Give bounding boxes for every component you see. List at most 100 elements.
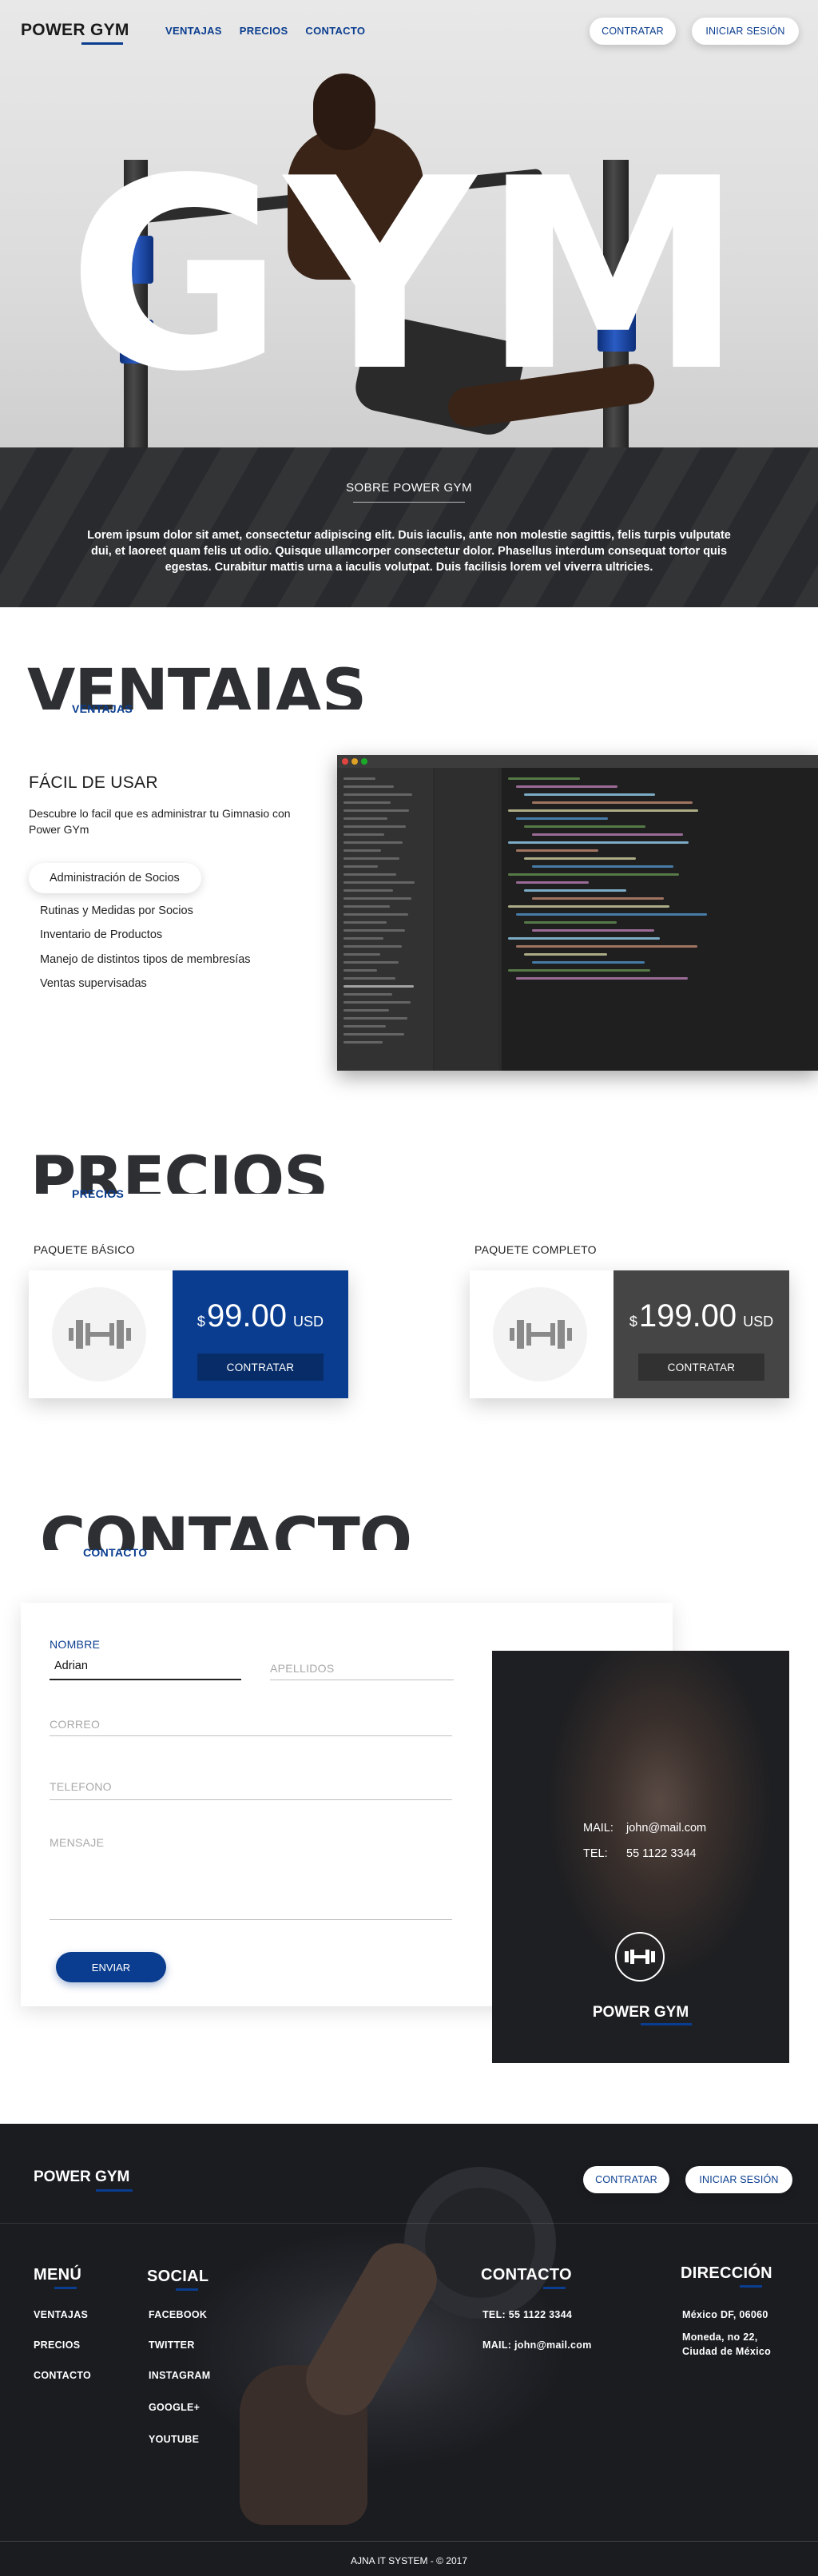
iniciar-sesion-button[interactable]: INICIAR SESIÓN: [692, 18, 799, 45]
price-amount: 99.00: [206, 1298, 288, 1334]
footer-link-facebook[interactable]: FACEBOOK: [149, 2309, 207, 2320]
sidebar-row: [343, 945, 402, 948]
code-line: [524, 921, 617, 924]
sidebar-row: [343, 801, 391, 804]
price-unit: USD: [293, 1314, 324, 1330]
window-minimize-icon: [351, 758, 358, 765]
contratar-button[interactable]: CONTRATAR: [590, 18, 676, 45]
ventajas-heading: VENTAJAS: [72, 702, 133, 715]
code-line: [524, 857, 636, 860]
footer-social-underline: [176, 2288, 198, 2291]
footer-link-twitter[interactable]: TWITTER: [149, 2339, 195, 2351]
footer-contact-title: CONTACTO: [481, 2266, 572, 2284]
sidebar-row: [343, 817, 387, 820]
price-amount: 199.00: [638, 1298, 737, 1334]
code-line: [516, 945, 697, 948]
telefono-input[interactable]: TELEFONO: [50, 1780, 112, 1793]
footer-link-ventajas[interactable]: VENTAJAS: [34, 2309, 88, 2320]
dumbbell-icon: [625, 1950, 655, 1964]
footer-menu-underline: [54, 2287, 77, 2289]
tel-value: 55 1122 3344: [626, 1847, 697, 1860]
hero-gym-word: GYM: [67, 122, 751, 429]
package-complete-price: $ 199.00 USD: [614, 1298, 789, 1334]
footer-link-contacto[interactable]: CONTACTO: [34, 2370, 91, 2381]
sidebar-row: [343, 889, 393, 892]
sidebar-row: [343, 833, 384, 836]
footer-brand[interactable]: POWER GYM: [34, 2169, 129, 2186]
footer-social-title: SOCIAL: [147, 2268, 209, 2285]
sidebar-row: [343, 841, 403, 844]
sidebar-row: [343, 777, 375, 780]
sidebar-row: [343, 825, 406, 828]
sidebar-row: [343, 1025, 386, 1028]
footer-contratar-button[interactable]: CONTRATAR: [583, 2166, 669, 2193]
footer-contact-mail[interactable]: MAIL: john@mail.com: [482, 2339, 592, 2351]
about-text: Lorem ipsum dolor sit amet, consectetur …: [87, 529, 731, 574]
feature-item-rutinas[interactable]: Rutinas y Medidas por Socios: [40, 904, 193, 917]
mensaje-underline: [50, 1919, 452, 1920]
package-complete-contratar-button[interactable]: CONTRATAR: [638, 1354, 764, 1381]
sidebar-row: [343, 881, 415, 884]
code-line: [516, 785, 617, 788]
enviar-button[interactable]: ENVIAR: [56, 1952, 166, 1982]
feature-item-ventas[interactable]: Ventas supervisadas: [40, 977, 147, 990]
footer-link-googleplus[interactable]: GOOGLE+: [149, 2402, 200, 2413]
screenshot-code-editor: [502, 768, 818, 1071]
brand-logo[interactable]: POWER GYM: [21, 21, 129, 40]
footer-link-youtube[interactable]: YOUTUBE: [149, 2434, 199, 2445]
sidebar-row: [343, 929, 405, 932]
copyright-divider: [0, 2541, 818, 2542]
mensaje-textarea[interactable]: MENSAJE: [50, 1836, 104, 1849]
package-complete-label: PAQUETE COMPLETO: [475, 1243, 597, 1256]
code-line: [516, 881, 589, 884]
sidebar-row: [343, 977, 395, 980]
code-line: [516, 977, 688, 980]
footer-link-instagram[interactable]: INSTAGRAM: [149, 2370, 210, 2381]
nombre-input[interactable]: Adrian: [54, 1660, 240, 1672]
sidebar-row: [343, 897, 411, 900]
apellidos-input[interactable]: APELLIDOS: [270, 1662, 335, 1675]
about-title: SOBRE POWER GYM: [346, 481, 472, 495]
footer-contact-tel: TEL: 55 1122 3344: [482, 2309, 573, 2320]
footer-link-precios[interactable]: PRECIOS: [34, 2339, 80, 2351]
about-underline: [353, 502, 465, 503]
sidebar-row: [343, 785, 394, 788]
sidebar-row: [343, 1033, 404, 1036]
code-line: [524, 889, 626, 892]
precios-heading: PRECIOS: [72, 1187, 125, 1200]
package-basic-contratar-button[interactable]: CONTRATAR: [197, 1354, 324, 1381]
nav-ventajas[interactable]: VENTAJAS: [165, 25, 222, 37]
feature-item-inventario[interactable]: Inventario de Productos: [40, 928, 162, 941]
code-line: [516, 817, 608, 820]
footer-address-line2: Moneda, no 22, Ciudad de México: [682, 2332, 772, 2357]
nav-precios[interactable]: PRECIOS: [240, 25, 288, 37]
footer-iniciar-sesion-button[interactable]: INICIAR SESIÓN: [685, 2166, 792, 2193]
code-line: [532, 833, 683, 836]
feature-item-membresias[interactable]: Manejo de distintos tipos de membresías: [40, 953, 251, 966]
package-basic-label: PAQUETE BÁSICO: [34, 1243, 135, 1256]
feature-item-socios[interactable]: Administración de Socios: [29, 863, 201, 893]
code-line: [524, 953, 607, 956]
nav-contacto[interactable]: CONTACTO: [305, 25, 365, 37]
sidebar-row: [343, 873, 396, 876]
code-line: [508, 809, 698, 812]
info-card-brand: POWER GYM: [592, 2004, 689, 2021]
mail-value[interactable]: john@mail.com: [626, 1822, 706, 1835]
footer-menu-title: MENÚ: [34, 2266, 82, 2284]
window-maximize-icon: [361, 758, 367, 765]
sidebar-row: [343, 969, 377, 972]
window-close-icon: [342, 758, 348, 765]
feature-description: Descubre lo facil que es administrar tu …: [29, 807, 291, 836]
footer-address-line1: México DF, 06060: [682, 2309, 768, 2320]
code-line: [532, 865, 673, 868]
dumbbell-icon: [69, 1320, 131, 1349]
sidebar-row: [343, 913, 408, 916]
contacto-big-heading: CONTACTO: [40, 1510, 412, 1550]
footer-brand-underline: [96, 2189, 133, 2192]
sidebar-row: [343, 1001, 411, 1004]
sidebar-row: [343, 937, 383, 940]
code-line: [508, 873, 679, 876]
correo-input[interactable]: CORREO: [50, 1718, 100, 1731]
sidebar-row: [343, 985, 414, 988]
mail-label: MAIL:: [583, 1822, 614, 1835]
